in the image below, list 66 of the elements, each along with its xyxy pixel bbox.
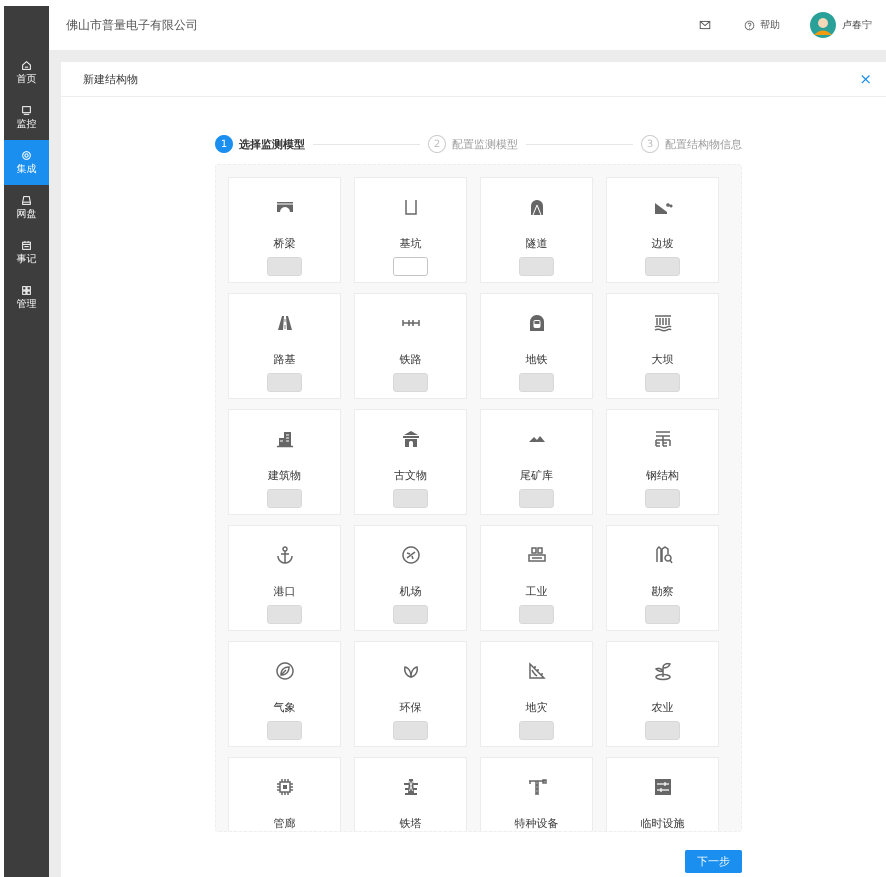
card-label: 边坡 — [652, 237, 674, 251]
plant-icon — [652, 661, 672, 681]
card-label: 环保 — [400, 701, 422, 715]
structure-card[interactable]: 基坑 — [354, 177, 467, 283]
structure-icon — [652, 429, 672, 449]
structure-card[interactable]: 管廊 — [228, 757, 341, 831]
structure-card[interactable]: 铁塔 — [354, 757, 467, 831]
card-label: 桥梁 — [274, 237, 296, 251]
help-icon — [744, 20, 755, 30]
dam-icon — [652, 313, 672, 333]
company-name: 佛山市普量电子有限公司 — [66, 16, 198, 34]
pavilion-icon — [400, 429, 420, 449]
leaf-icon — [274, 661, 294, 681]
step-label: 配置结构物信息 — [665, 136, 742, 152]
help-link[interactable]: 帮助 — [744, 18, 780, 32]
monitor-icon — [21, 104, 32, 116]
card-label: 机场 — [400, 585, 422, 599]
card-label: 特种设备 — [514, 817, 558, 831]
step-label: 配置监测模型 — [452, 136, 518, 152]
select-box[interactable] — [393, 257, 428, 276]
card-label: 铁塔 — [400, 817, 422, 831]
step-number: 2 — [428, 135, 446, 153]
step-label: 选择监测模型 — [239, 136, 305, 152]
card-label: 地灾 — [526, 701, 548, 715]
anchor-icon — [274, 545, 294, 565]
landslide-icon — [526, 661, 546, 681]
building-icon — [274, 429, 294, 449]
grid-icon — [21, 284, 32, 296]
card-label: 路基 — [274, 353, 296, 367]
card-label: 古文物 — [394, 469, 427, 483]
card-label: 大坝 — [652, 353, 674, 367]
railway-icon — [402, 319, 420, 327]
sidebar-item[interactable]: 事记 — [4, 230, 49, 275]
step-number: 3 — [641, 135, 659, 153]
card-label: 农业 — [652, 701, 674, 715]
card-label: 工业 — [526, 585, 548, 599]
card-label: 临时设施 — [640, 817, 684, 831]
avatar — [810, 12, 836, 38]
panel-title: 新建结构物 — [83, 72, 138, 86]
sliders-icon — [652, 777, 672, 797]
card-label: 管廊 — [274, 817, 296, 831]
card-label: 建筑物 — [268, 469, 301, 483]
card-label: 气象 — [274, 701, 296, 715]
factory-icon — [526, 545, 546, 565]
card-label: 铁路 — [400, 353, 422, 367]
user-menu[interactable]: 卢春宁 — [810, 12, 872, 38]
card-label: 基坑 — [400, 237, 422, 251]
mail-icon[interactable] — [699, 19, 711, 31]
sidebar-item[interactable]: 网盘 — [4, 185, 49, 230]
drive-icon — [21, 194, 32, 206]
card-label: 地铁 — [526, 353, 548, 367]
card-label: 港口 — [274, 585, 296, 599]
sidebar-item[interactable]: 监控 — [4, 95, 49, 140]
chip-icon — [274, 777, 294, 797]
step-number: 1 — [215, 135, 233, 153]
structure-card[interactable]: 特种设备 — [480, 757, 593, 831]
card-label: 勘察 — [652, 585, 674, 599]
sidebar-item[interactable]: 管理 — [4, 275, 49, 320]
card-label: 钢结构 — [646, 469, 679, 483]
card-label: 尾矿库 — [520, 469, 553, 483]
card-label: 隧道 — [526, 237, 548, 251]
structure-card[interactable]: 临时设施 — [606, 757, 719, 831]
crane-icon — [526, 777, 546, 797]
home-icon — [21, 60, 32, 70]
sidebar-item[interactable]: 首页 — [4, 50, 49, 95]
calendar-icon — [21, 240, 32, 250]
